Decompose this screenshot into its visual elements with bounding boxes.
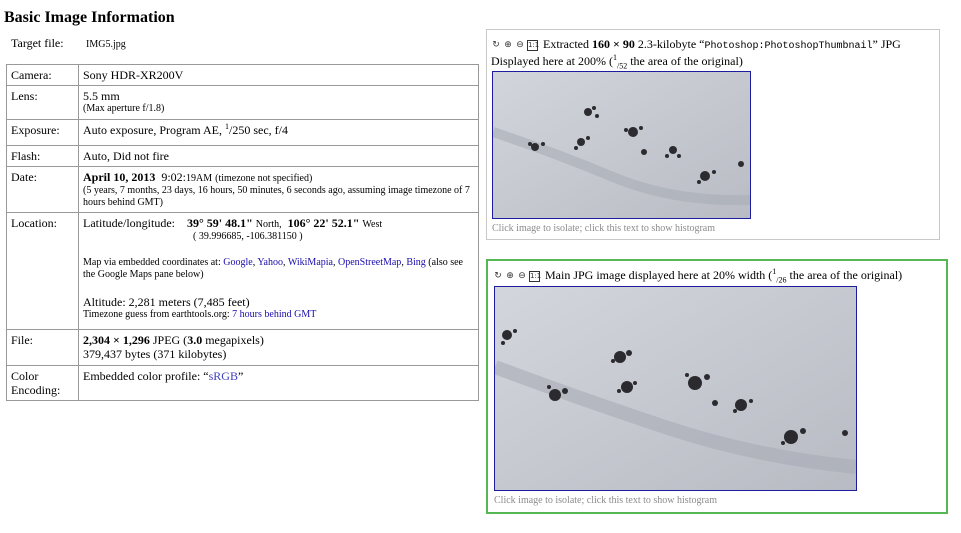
- map-link-wikimapia[interactable]: WikiMapia: [288, 257, 333, 268]
- row-flash: Flash: Auto, Did not fire: [6, 145, 479, 167]
- main-cap-post: the area of the original): [786, 268, 903, 282]
- row-file: File: 2,304 × 1,296 JPEG (3.0 megapixels…: [6, 329, 479, 366]
- lens-label: Lens:: [6, 85, 79, 120]
- color-cell: Embedded color profile: “sRGB”: [78, 365, 479, 401]
- reload-icon-main[interactable]: ↻: [493, 271, 503, 281]
- map-link-bing[interactable]: Bing: [406, 257, 425, 268]
- file-type: JPEG (: [149, 333, 188, 347]
- file-megapixels: 3.0: [187, 333, 203, 347]
- zoom-in-icon-main[interactable]: ⊕: [505, 271, 515, 281]
- target-file-value: IMG5.jpg: [86, 39, 126, 50]
- tz-guess-link[interactable]: 7 hours behind GMT: [232, 309, 316, 320]
- camera-label: Camera:: [6, 64, 79, 86]
- actual-size-icon[interactable]: 1:1: [527, 39, 539, 51]
- date-ago: (5 years, 7 months, 23 days, 16 hours, 5…: [83, 185, 470, 208]
- thumb-line2-post: the area of the original): [627, 54, 743, 68]
- file-dims: 2,304 × 1,296: [83, 333, 150, 347]
- thumbnail-hint[interactable]: Click image to isolate; click this text …: [492, 223, 715, 234]
- lens-value: 5.5 mm: [83, 89, 120, 103]
- thumb-cap-pre: Extracted: [543, 37, 592, 51]
- map-links: Map via embedded coordinates at: Google,…: [83, 257, 463, 280]
- row-color: Color Encoding: Embedded color profile: …: [6, 365, 479, 401]
- main-cap-pre: Main JPG image displayed here at 20% wid…: [545, 268, 773, 282]
- exposure-label: Exposure:: [6, 119, 79, 146]
- exposure-cell: Auto exposure, Program AE, 1/250 sec, f/…: [78, 119, 479, 146]
- thumbnail-caption-line2: Displayed here at 200% (1/52 the area of…: [491, 54, 743, 71]
- file-bytes: 379,437 bytes (371 kilobytes): [83, 347, 227, 361]
- file-label: File:: [6, 329, 79, 366]
- main-caption: ↻ ⊕ ⊖ 1:1 Main JPG image displayed here at …: [493, 268, 903, 285]
- map-link-yahoo[interactable]: Yahoo: [257, 257, 283, 268]
- date-label: Date:: [6, 166, 79, 213]
- thumb-cap-mid: 2.3-kilobyte “: [634, 37, 705, 51]
- latlong-label: Latitude/longitude:: [83, 216, 175, 230]
- target-file-label: Target file:: [11, 36, 64, 50]
- exposure-frac-den: /250: [228, 123, 251, 137]
- location-cell: Latitude/longitude: 39° 59' 48.1" North,…: [78, 212, 479, 330]
- date-cell: April 10, 2013 9:02:19AM (timezone not s…: [78, 166, 479, 213]
- row-lens: Lens: 5.5 mm (Max aperture f/1.8): [6, 85, 479, 120]
- longitude-dir: West: [362, 219, 383, 230]
- flash-label: Flash:: [6, 145, 79, 167]
- main-image-panel: ↻ ⊕ ⊖ 1:1 Main JPG image displayed here at …: [486, 259, 948, 514]
- timezone-note: (timezone not specified): [215, 173, 313, 184]
- latitude-dir: North,: [255, 219, 282, 230]
- main-frac-den: /26: [776, 275, 787, 285]
- row-camera: Camera: Sony HDR-XR200V: [6, 64, 479, 86]
- map-text: Map via embedded coordinates at:: [83, 257, 221, 268]
- zoom-in-icon[interactable]: ⊕: [503, 40, 513, 50]
- row-location: Location: Latitude/longitude: 39° 59' 48…: [6, 212, 479, 330]
- thumb-line2-pre: Displayed here at 200% (: [491, 54, 613, 68]
- time-seconds: 19AM: [186, 173, 213, 184]
- camera-value: Sony HDR-XR200V: [78, 64, 479, 86]
- latitude: 39° 59' 48.1": [186, 216, 253, 230]
- location-label: Location:: [6, 212, 79, 330]
- exposure-text-end: sec, f/4: [250, 123, 288, 137]
- tz-guess: Timezone guess from earthtools.org: 7 ho…: [83, 309, 474, 321]
- thumb-cap-name: Photoshop:PhotoshopThumbnail: [704, 41, 873, 52]
- zoom-out-icon-main[interactable]: ⊖: [517, 271, 527, 281]
- zoom-out-icon[interactable]: ⊖: [515, 40, 525, 50]
- thumb-cap-dims: 160 × 90: [591, 37, 635, 51]
- longitude: 106° 22' 52.1": [287, 216, 360, 230]
- lens-note: (Max aperture f/1.8): [83, 103, 165, 114]
- thumb-frac-den: /52: [616, 61, 628, 71]
- section-title: Basic Image Information: [4, 9, 175, 26]
- actual-size-icon-main[interactable]: 1:1: [529, 270, 541, 282]
- time-value: 9:02:: [161, 170, 187, 184]
- target-file-row: Target file: IMG5.jpg: [11, 36, 126, 51]
- thumbnail-panel: ↻ ⊕ ⊖ 1:1 Extracted 160 × 90 2.3-kilobyte “…: [486, 29, 940, 240]
- reload-icon[interactable]: ↻: [491, 40, 501, 50]
- row-exposure: Exposure: Auto exposure, Program AE, 1/2…: [6, 119, 479, 146]
- decimal-coords: ( 39.996685, -106.381150 ): [193, 231, 303, 242]
- altitude: Altitude: 2,281 meters (7,485 feet): [83, 295, 250, 309]
- map-link-openstreetmap[interactable]: OpenStreetMap: [338, 257, 401, 268]
- thumbnail-caption: ↻ ⊕ ⊖ 1:1 Extracted 160 × 90 2.3-kilobyte “…: [491, 37, 901, 54]
- row-date: Date: April 10, 2013 9:02:19AM (timezone…: [6, 166, 479, 213]
- info-table: Camera: Sony HDR-XR200V Lens: 5.5 mm (Ma…: [6, 64, 479, 401]
- file-mp-suffix: megapixels): [202, 333, 264, 347]
- main-hint[interactable]: Click image to isolate; click this text …: [494, 495, 717, 506]
- flash-value: Auto, Did not fire: [78, 145, 479, 167]
- lens-cell: 5.5 mm (Max aperture f/1.8): [78, 85, 479, 120]
- color-label: Color Encoding:: [6, 365, 79, 401]
- tz-guess-text: Timezone guess from earthtools.org:: [83, 309, 230, 320]
- map-link-google[interactable]: Google: [223, 257, 252, 268]
- color-text: Embedded color profile: “: [83, 369, 209, 383]
- srgb-link[interactable]: sRGB: [209, 369, 238, 383]
- color-text-end: ”: [237, 369, 244, 383]
- main-image[interactable]: [494, 286, 857, 491]
- thumbnail-image[interactable]: [492, 71, 751, 219]
- thumb-cap-post: ” JPG: [872, 37, 901, 51]
- exposure-text: Auto exposure, Program AE,: [83, 123, 225, 137]
- file-cell: 2,304 × 1,296 JPEG (3.0 megapixels) 379,…: [78, 329, 479, 366]
- date-value: April 10, 2013: [83, 170, 156, 184]
